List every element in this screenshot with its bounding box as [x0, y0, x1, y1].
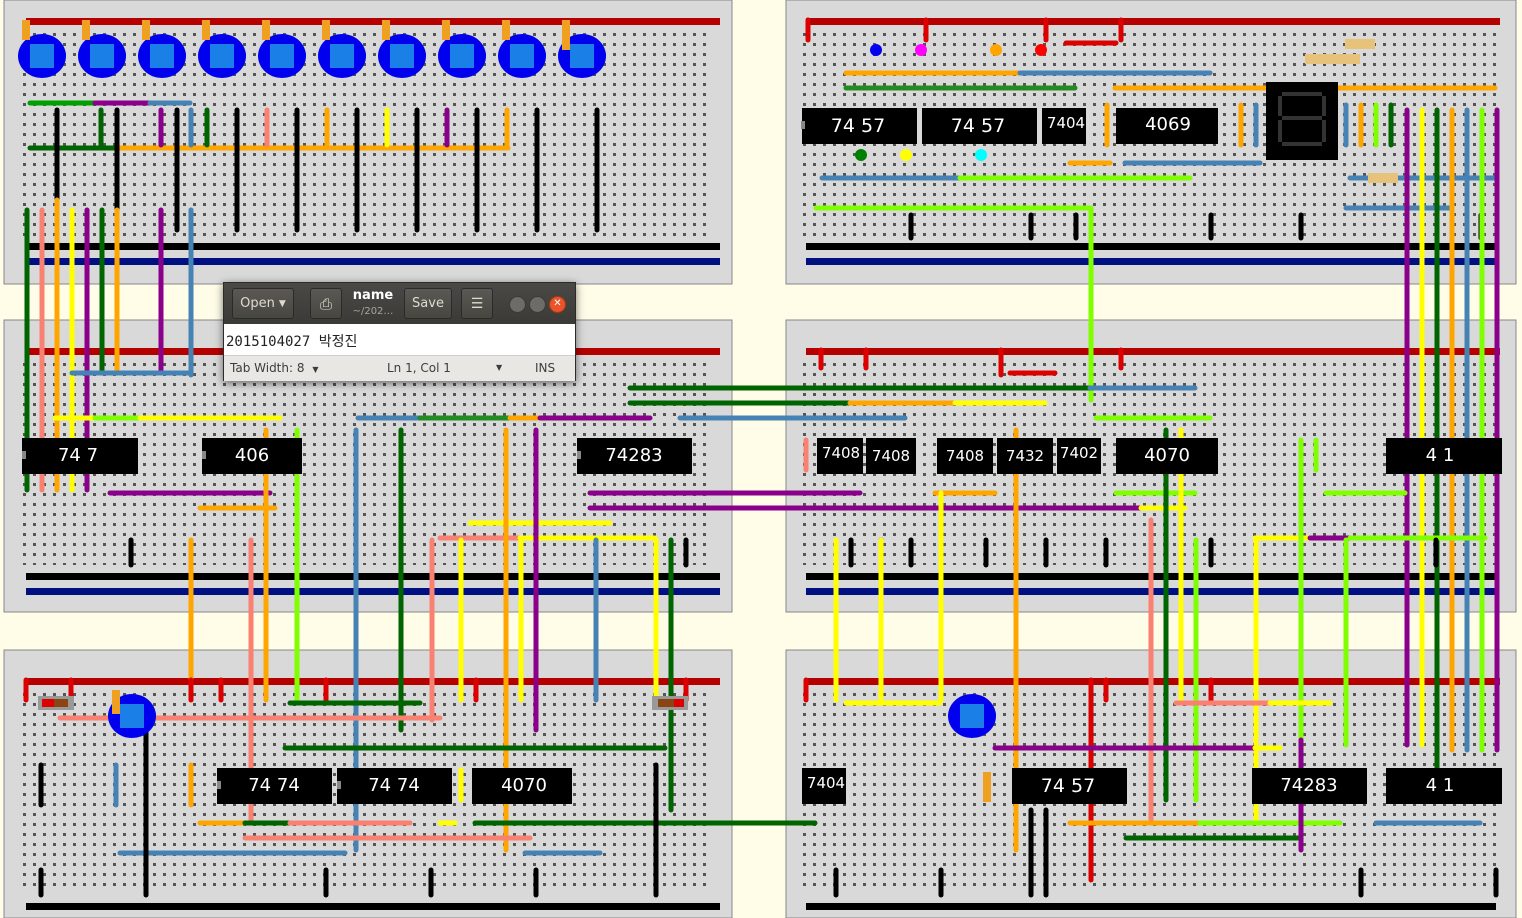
led-7[interactable]: [378, 34, 426, 78]
minimize-icon[interactable]: [509, 296, 526, 313]
chip-7[interactable]: 74283: [577, 438, 692, 474]
svg-text:7408: 7408: [822, 444, 860, 462]
led-3[interactable]: [138, 34, 186, 78]
chevron-down-icon: ▼: [278, 298, 286, 309]
svg-text:74283: 74283: [1280, 775, 1337, 796]
svg-text:4 1: 4 1: [1426, 775, 1455, 796]
chip-12[interactable]: 7402: [1057, 438, 1101, 474]
chip-14[interactable]: 4 1: [1386, 438, 1502, 474]
menu-button[interactable]: ☰: [461, 288, 493, 319]
open-button[interactable]: Open ▼: [232, 288, 294, 319]
document-new-icon: ⎙: [319, 294, 332, 313]
chip-5[interactable]: 74 7: [22, 438, 138, 474]
chip-1[interactable]: 74 57: [802, 108, 917, 144]
seven-segment-display: [1266, 82, 1338, 160]
chip-13[interactable]: 4070: [1116, 438, 1218, 474]
hamburger-menu-icon: ☰: [470, 295, 484, 312]
chip-16[interactable]: 74 74: [337, 768, 452, 804]
svg-text:4 1: 4 1: [1426, 445, 1455, 466]
text-editor-area[interactable]: 2015104027 박정진: [224, 324, 575, 355]
document-text[interactable]: 2015104027 박정진: [226, 331, 357, 351]
tab-width-dropdown[interactable]: Tab Width: 8 ▼: [230, 361, 318, 375]
chevron-down-icon[interactable]: ▼: [496, 363, 502, 372]
chip-19[interactable]: 74 57: [1012, 768, 1127, 804]
svg-text:74 57: 74 57: [951, 115, 1005, 137]
led-6[interactable]: [318, 34, 366, 78]
led-1[interactable]: [18, 34, 66, 78]
chip-21[interactable]: 4 1: [1386, 768, 1502, 804]
breadboard-canvas[interactable]: 74 57 74 57 7404 4069 74 7 406 74283 740…: [0, 0, 1522, 918]
svg-text:74283: 74283: [605, 445, 662, 466]
status-bar: Tab Width: 8 ▼ Ln 1, Col 1 ▼ INS: [224, 355, 575, 381]
chip-20[interactable]: 74283: [1252, 768, 1367, 804]
led-4[interactable]: [198, 34, 246, 78]
chip-6[interactable]: 406: [202, 438, 302, 474]
svg-text:7432: 7432: [1006, 447, 1044, 465]
led-8[interactable]: [438, 34, 486, 78]
svg-text:406: 406: [235, 445, 269, 466]
svg-text:4070: 4070: [501, 775, 547, 796]
gedit-window[interactable]: Open ▼ ⎙ name ~/202… Save ☰ ✕ 2015104027…: [223, 282, 576, 381]
chip-17[interactable]: 4070: [472, 768, 572, 804]
svg-text:7408: 7408: [872, 447, 910, 465]
tab-width-label: Tab Width: 8: [230, 361, 305, 375]
save-button[interactable]: Save: [404, 288, 452, 319]
cursor-position[interactable]: Ln 1, Col 1: [387, 361, 451, 375]
svg-text:7404: 7404: [1047, 114, 1085, 132]
save-button-label: Save: [412, 296, 444, 311]
svg-text:7408: 7408: [946, 447, 984, 465]
close-icon[interactable]: ✕: [549, 296, 566, 313]
chip-2[interactable]: 74 57: [922, 108, 1037, 144]
chip-9[interactable]: 7408: [866, 438, 916, 474]
insert-mode-indicator[interactable]: INS: [535, 361, 555, 375]
svg-text:74 57: 74 57: [1041, 775, 1095, 797]
led-2[interactable]: [78, 34, 126, 78]
svg-text:74 7: 74 7: [58, 445, 98, 466]
chip-18[interactable]: 7404: [802, 768, 846, 804]
cursor-position-label: Ln 1, Col 1: [387, 361, 451, 375]
chip-10[interactable]: 7408: [937, 438, 993, 474]
svg-text:74 57: 74 57: [831, 115, 885, 137]
chip-8[interactable]: 7408: [817, 438, 863, 474]
chip-3[interactable]: 7404: [1042, 108, 1086, 144]
chip-4[interactable]: 4069: [1116, 108, 1218, 144]
window-subtitle: ~/202…: [352, 306, 394, 317]
svg-text:74 74: 74 74: [248, 775, 300, 796]
led-9[interactable]: [498, 34, 546, 78]
led-5[interactable]: [258, 34, 306, 78]
header-bar[interactable]: Open ▼ ⎙ name ~/202… Save ☰ ✕: [224, 283, 575, 324]
window-title: name: [352, 288, 394, 303]
svg-text:4069: 4069: [1145, 114, 1191, 135]
svg-text:7404: 7404: [807, 774, 845, 792]
chip-11[interactable]: 7432: [997, 438, 1053, 474]
svg-text:7402: 7402: [1060, 444, 1098, 462]
chevron-down-icon: ▼: [312, 365, 319, 374]
new-tab-button[interactable]: ⎙: [310, 288, 342, 319]
svg-text:74 74: 74 74: [368, 775, 420, 796]
maximize-icon[interactable]: [529, 296, 546, 313]
chip-15[interactable]: 74 74: [217, 768, 332, 804]
open-button-label: Open: [240, 296, 275, 311]
svg-text:4070: 4070: [1144, 445, 1190, 466]
